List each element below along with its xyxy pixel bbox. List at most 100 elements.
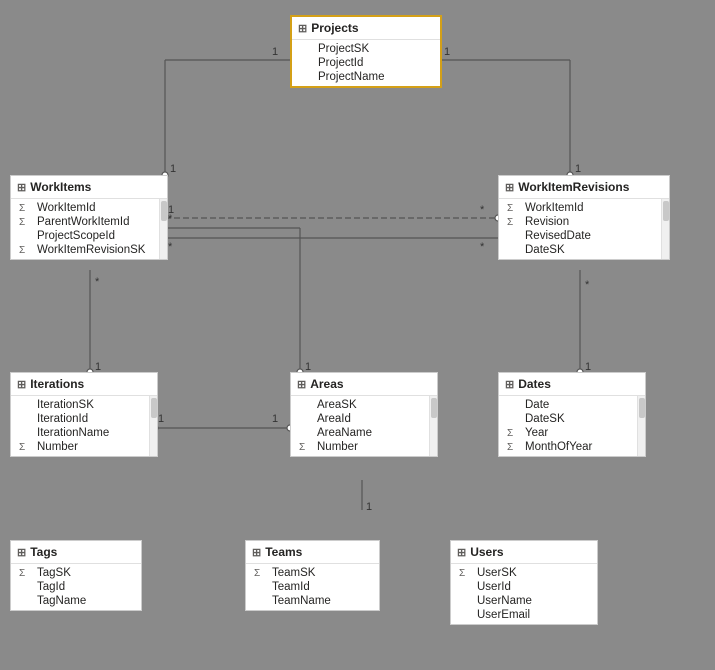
field-name: ParentWorkItemId <box>37 216 129 228</box>
field-name: RevisedDate <box>525 230 591 242</box>
field-name: ProjectName <box>318 71 384 83</box>
sigma-icon: Σ <box>299 442 313 453</box>
svg-text:1: 1 <box>170 163 176 175</box>
field-name: WorkItemId <box>37 202 96 214</box>
table-icon: ⊞ <box>505 181 514 194</box>
table-users-header: ⊞ Users <box>451 541 597 564</box>
field-name: UserSK <box>477 567 517 579</box>
table-dates[interactable]: ⊞ Dates Date DateSK Σ Year Σ MonthOfYear <box>498 372 646 457</box>
table-row: Σ TagSK <box>11 566 141 580</box>
sigma-icon: Σ <box>459 568 473 579</box>
svg-text:1: 1 <box>272 413 278 425</box>
field-name: IterationSK <box>37 399 94 411</box>
scrollbar[interactable] <box>159 199 167 259</box>
table-row: TagId <box>11 580 141 594</box>
table-areas-body: AreaSK AreaId AreaName Σ Number <box>291 396 437 456</box>
table-row: Σ WorkItemRevisionSK <box>11 243 157 257</box>
table-row: DateSK <box>499 412 635 426</box>
svg-text:*: * <box>95 276 100 288</box>
sigma-icon: Σ <box>19 203 33 214</box>
scrollbar-thumb <box>151 398 157 418</box>
field-name: DateSK <box>525 413 565 425</box>
sigma-icon: Σ <box>507 442 521 453</box>
table-areas[interactable]: ⊞ Areas AreaSK AreaId AreaName Σ Number <box>290 372 438 457</box>
field-name: ProjectId <box>318 57 363 69</box>
table-teams[interactable]: ⊞ Teams Σ TeamSK TeamId TeamName <box>245 540 380 611</box>
field-name: TagName <box>37 595 86 607</box>
table-row: Σ Year <box>499 426 635 440</box>
table-name: Teams <box>265 545 302 559</box>
table-tags[interactable]: ⊞ Tags Σ TagSK TagId TagName <box>10 540 142 611</box>
table-iterations[interactable]: ⊞ Iterations IterationSK IterationId Ite… <box>10 372 158 457</box>
field-name: TagId <box>37 581 65 593</box>
table-row: ProjectSK <box>292 42 440 56</box>
scrollbar-thumb <box>639 398 645 418</box>
scrollbar[interactable] <box>429 396 437 456</box>
svg-text:*: * <box>480 204 485 216</box>
table-icon: ⊞ <box>252 546 261 559</box>
sigma-icon: Σ <box>19 217 33 228</box>
table-projects-header: ⊞ Projects <box>292 17 440 40</box>
table-row: TeamId <box>246 580 379 594</box>
table-workitems[interactable]: ⊞ WorkItems Σ WorkItemId Σ ParentWorkIte… <box>10 175 168 260</box>
scrollbar[interactable] <box>149 396 157 456</box>
table-row: AreaSK <box>291 398 427 412</box>
field-name: AreaId <box>317 413 351 425</box>
table-dates-body: Date DateSK Σ Year Σ MonthOfYear <box>499 396 645 456</box>
table-projects-body: ProjectSK ProjectId ProjectName <box>292 40 440 86</box>
table-icon: ⊞ <box>505 378 514 391</box>
table-row: Σ WorkItemId <box>11 201 157 215</box>
table-row: ProjectId <box>292 56 440 70</box>
scrollbar[interactable] <box>661 199 669 259</box>
table-row: AreaName <box>291 426 427 440</box>
table-iterations-header: ⊞ Iterations <box>11 373 157 396</box>
svg-text:1: 1 <box>272 46 278 58</box>
table-row: Σ UserSK <box>451 566 597 580</box>
table-workitemrevisions[interactable]: ⊞ WorkItemRevisions Σ WorkItemId Σ Revis… <box>498 175 670 260</box>
table-row: UserId <box>451 580 597 594</box>
table-name: Areas <box>310 377 343 391</box>
table-row: ProjectScopeId <box>11 229 157 243</box>
field-name: UserId <box>477 581 511 593</box>
diagram-canvas: 1 1 1 1 1 * * 1 * * * 1 1 1 <box>0 0 715 670</box>
field-name: Date <box>525 399 549 411</box>
field-name: Number <box>37 441 78 453</box>
table-areas-header: ⊞ Areas <box>291 373 437 396</box>
sigma-icon: Σ <box>507 203 521 214</box>
field-name: UserEmail <box>477 609 530 621</box>
table-row: Σ Revision <box>499 215 659 229</box>
sigma-icon: Σ <box>19 442 33 453</box>
sigma-icon: Σ <box>507 428 521 439</box>
table-row: Σ Number <box>291 440 427 454</box>
table-row: Σ MonthOfYear <box>499 440 635 454</box>
table-row: RevisedDate <box>499 229 659 243</box>
table-row: IterationId <box>11 412 147 426</box>
scrollbar[interactable] <box>637 396 645 456</box>
table-users[interactable]: ⊞ Users Σ UserSK UserId UserName UserEma… <box>450 540 598 625</box>
field-name: TagSK <box>37 567 71 579</box>
field-name: Revision <box>525 216 569 228</box>
table-icon: ⊞ <box>298 22 307 35</box>
table-teams-header: ⊞ Teams <box>246 541 379 564</box>
table-icon: ⊞ <box>457 546 466 559</box>
table-row: Σ Number <box>11 440 147 454</box>
table-row: AreaId <box>291 412 427 426</box>
table-row: IterationSK <box>11 398 147 412</box>
table-row: Σ WorkItemId <box>499 201 659 215</box>
table-row: TagName <box>11 594 141 608</box>
svg-text:1: 1 <box>444 46 450 58</box>
svg-text:1: 1 <box>168 204 174 216</box>
field-name: DateSK <box>525 244 565 256</box>
table-tags-body: Σ TagSK TagId TagName <box>11 564 141 610</box>
field-name: ProjectSK <box>318 43 369 55</box>
sigma-icon: Σ <box>19 568 33 579</box>
table-tags-header: ⊞ Tags <box>11 541 141 564</box>
field-name: WorkItemRevisionSK <box>37 244 145 256</box>
field-name: ProjectScopeId <box>37 230 115 242</box>
scrollbar-thumb <box>431 398 437 418</box>
table-icon: ⊞ <box>17 378 26 391</box>
table-name: Users <box>470 545 503 559</box>
svg-text:*: * <box>168 213 173 225</box>
table-projects[interactable]: ⊞ Projects ProjectSK ProjectId ProjectNa… <box>290 15 442 88</box>
table-teams-body: Σ TeamSK TeamId TeamName <box>246 564 379 610</box>
